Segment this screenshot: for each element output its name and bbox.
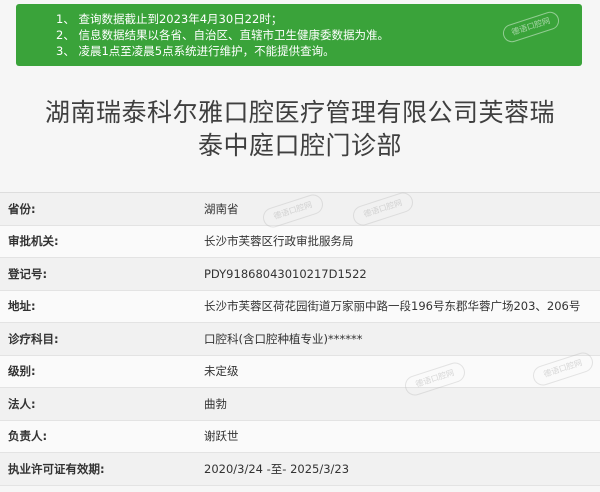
approval-authority-label: 审批机关: [8,234,59,249]
notice-line-3: 3、 凌晨1点至凌晨5点系统进行维护，不能提供查询。 [56,44,335,58]
clinic-name-title: 湖南瑞泰科尔雅口腔医疗管理有限公司芙蓉瑞 泰中庭口腔门诊部 [8,96,592,162]
license-validity-value: 2020/3/24 -至- 2025/3/23 [204,461,350,476]
legal-representative-value: 曲勃 [204,396,227,411]
detail-row-address: 地址: 长沙市芙蓉区荷花园街道万家丽中路一段196号东郡华蓉广场203、206号 [0,290,600,323]
detail-row-level: 级别: 未定级 [0,355,600,388]
legal-representative-label: 法人: [8,396,36,411]
approval-authority-value: 长沙市芙蓉区行政审批服务局 [204,234,354,249]
registration-number-label: 登记号: [8,266,48,281]
province-label: 省份: [8,201,36,216]
clinic-name-line-2: 泰中庭口腔门诊部 [197,131,402,160]
detail-row-approval-authority: 审批机关: 长沙市芙蓉区行政审批服务局 [0,225,600,258]
detail-row-license-validity: 执业许可证有效期: 2020/3/24 -至- 2025/3/23 [0,453,600,486]
query-notice-banner: 1、 查询数据截止到2023年4月30日22时； 2、 信息数据结果以各省、自治… [16,4,582,66]
person-in-charge-label: 负责人: [8,429,48,444]
clinic-name-line-1: 湖南瑞泰科尔雅口腔医疗管理有限公司芙蓉瑞 [44,98,555,127]
person-in-charge-value: 谢跃世 [204,429,239,444]
detail-row-registration-number: 登记号: PDY91868043010217D1522 [0,258,600,291]
detail-row-treatment-subjects: 诊疗科目: 口腔科(含口腔种植专业)****** [0,323,600,356]
detail-row-person-in-charge: 负责人: 谢跃世 [0,420,600,453]
detail-row-legal-representative: 法人: 曲勃 [0,388,600,421]
notice-line-1: 1、 查询数据截止到2023年4月30日22时； [56,12,283,26]
treatment-subjects-label: 诊疗科目: [8,331,59,346]
license-validity-label: 执业许可证有效期: [8,461,105,476]
clinic-details-table: 省份: 湖南省 审批机关: 长沙市芙蓉区行政审批服务局 登记号: PDY9186… [0,189,600,492]
address-label: 地址: [8,299,36,314]
treatment-subjects-value: 口腔科(含口腔种植专业)****** [204,331,363,346]
level-label: 级别: [8,364,36,379]
registration-number-value: PDY91868043010217D1522 [204,266,367,281]
address-value: 长沙市芙蓉区荷花园街道万家丽中路一段196号东郡华蓉广场203、206号 [204,299,581,314]
